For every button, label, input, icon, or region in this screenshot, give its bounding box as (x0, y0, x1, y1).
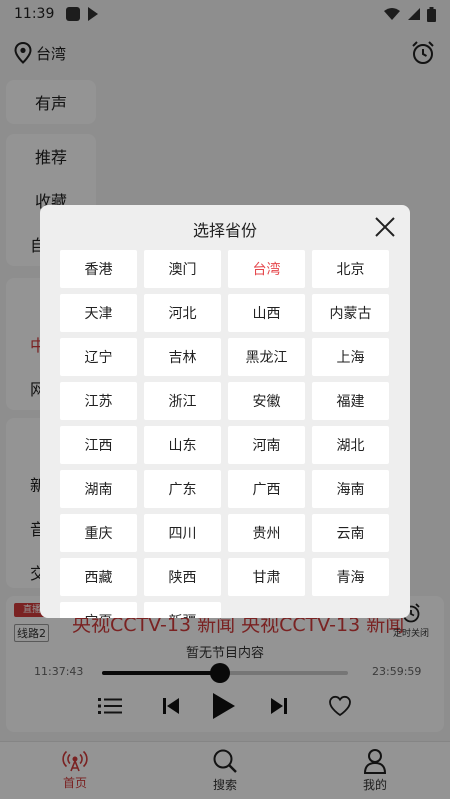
province-option[interactable]: 内蒙古 (312, 294, 389, 332)
province-option[interactable]: 湖北 (312, 426, 389, 464)
province-option[interactable]: 宁夏 (60, 602, 137, 618)
province-option[interactable]: 福建 (312, 382, 389, 420)
province-option[interactable]: 四川 (144, 514, 221, 552)
province-option[interactable]: 黑龙江 (228, 338, 305, 376)
province-option[interactable]: 北京 (312, 250, 389, 288)
province-option[interactable]: 湖南 (60, 470, 137, 508)
app-root: 11:39 台湾 有声 推荐 收藏 自 中 网 新 音 交 直播 线路2 央视C… (0, 0, 450, 799)
province-option[interactable]: 西藏 (60, 558, 137, 596)
province-picker-dialog: 选择省份 香港 澳门 台湾 北京天津 河北 山西 内蒙古辽宁 吉林 黑龙江 上海江苏 浙江 安徽 福建江… (40, 205, 410, 618)
province-option[interactable]: 上海 (312, 338, 389, 376)
province-option[interactable]: 山西 (228, 294, 305, 332)
province-option[interactable]: 天津 (60, 294, 137, 332)
province-option[interactable]: 江西 (60, 426, 137, 464)
province-option[interactable]: 海南 (312, 470, 389, 508)
close-button[interactable] (373, 215, 397, 239)
province-option[interactable]: 云南 (312, 514, 389, 552)
close-icon (375, 217, 395, 237)
province-option[interactable]: 台湾 (228, 250, 305, 288)
province-option[interactable]: 辽宁 (60, 338, 137, 376)
province-option[interactable]: 山东 (144, 426, 221, 464)
province-option[interactable]: 广东 (144, 470, 221, 508)
province-option[interactable]: 浙江 (144, 382, 221, 420)
province-grid: 香港 澳门 台湾 北京天津 河北 山西 内蒙古辽宁 吉林 黑龙江 上海江苏 浙江 安徽 福建江西 山东 河南… (60, 250, 392, 618)
province-option[interactable]: 吉林 (144, 338, 221, 376)
province-option[interactable]: 江苏 (60, 382, 137, 420)
dialog-title: 选择省份 (192, 221, 257, 240)
province-option[interactable]: 广西 (228, 470, 305, 508)
province-option[interactable]: 澳门 (144, 250, 221, 288)
province-option[interactable]: 贵州 (228, 514, 305, 552)
province-option[interactable]: 河南 (228, 426, 305, 464)
province-option[interactable]: 河北 (144, 294, 221, 332)
province-option[interactable]: 青海 (312, 558, 389, 596)
province-option[interactable]: 重庆 (60, 514, 137, 552)
province-option[interactable]: 安徽 (228, 382, 305, 420)
province-option[interactable]: 香港 (60, 250, 137, 288)
province-option[interactable]: 新疆 (144, 602, 221, 618)
province-option[interactable]: 陕西 (144, 558, 221, 596)
province-option[interactable]: 甘肃 (228, 558, 305, 596)
